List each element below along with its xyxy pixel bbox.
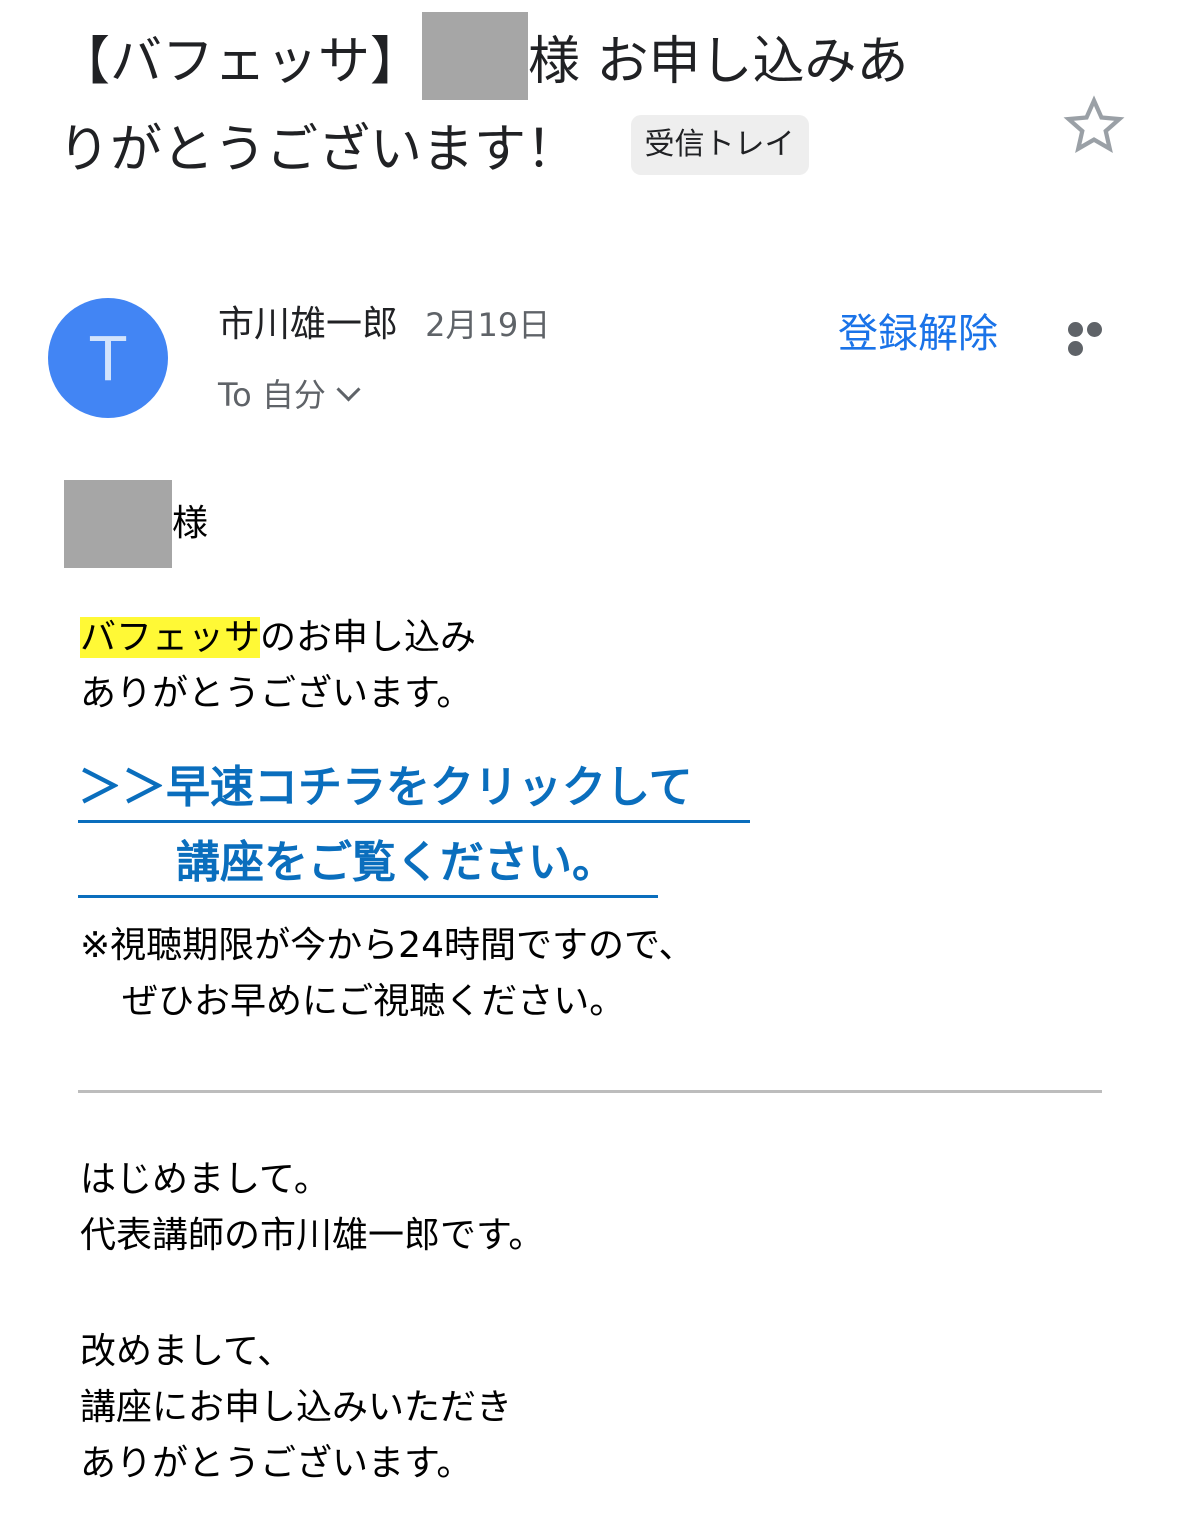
chevron-down-icon <box>336 377 361 402</box>
para2-line3: ありがとうございます。 <box>80 1443 473 1484</box>
greeting-suffix: 様 <box>172 503 209 544</box>
divider <box>78 1090 1102 1093</box>
highlighted-brand: バフェッサ <box>80 617 261 658</box>
intro-text: のお申し込み <box>260 617 477 658</box>
course-link-line2[interactable]: 講座をご覧ください。 <box>78 831 658 898</box>
viewing-deadline-note: ※視聴期限が今から24時間ですので、 ぜひお早めにご視聴ください。 <box>80 918 695 1030</box>
intro-self-paragraph: はじめまして。 代表講師の市川雄一郎です。 <box>80 1152 544 1264</box>
intro-paragraph: バフェッサのお申し込み ありがとうございます。 <box>80 610 476 722</box>
subject-suffix: 様 お申し込みあ <box>528 32 909 92</box>
sender-avatar[interactable]: T <box>48 298 168 418</box>
email-subject: 【バフェッサ】 様 お申し込みあ りがとうございます！ 受信トレイ <box>58 12 1038 194</box>
sender-row: 市川雄一郎 2月19日 <box>218 300 550 350</box>
para2-line2: 講座にお申し込みいただき <box>80 1387 513 1428</box>
subject-prefix: 【バフェッサ】 <box>58 32 423 92</box>
thanks-paragraph: 改めまして、 講座にお申し込みいただき ありがとうございます。 <box>80 1324 512 1492</box>
more-options-icon[interactable] <box>1068 322 1124 356</box>
greeting: 様 <box>64 480 208 568</box>
sender-name[interactable]: 市川雄一郎 <box>218 304 398 345</box>
note-line1: ※視聴期限が今から24時間ですので、 <box>80 925 695 966</box>
sent-date: 2月19日 <box>425 306 551 344</box>
para1-line1: はじめまして。 <box>80 1159 330 1200</box>
subject-line2: りがとうございます！ <box>58 120 579 180</box>
star-icon[interactable] <box>1062 94 1126 158</box>
course-link-line1[interactable]: ＞＞早速コチラをクリックして <box>78 756 750 823</box>
unsubscribe-link[interactable]: 登録解除 <box>838 308 998 360</box>
note-line2: ぜひお早めにご視聴ください。 <box>122 981 626 1022</box>
para2-line1: 改めまして、 <box>80 1331 294 1372</box>
redacted-name <box>422 12 529 100</box>
recipient-details-toggle[interactable]: To 自分 <box>218 370 361 420</box>
redacted-recipient-name <box>64 480 172 568</box>
inbox-label-chip[interactable]: 受信トレイ <box>630 115 809 175</box>
intro-text-line2: ありがとうございます。 <box>80 673 473 714</box>
recipient-label: To 自分 <box>218 376 326 414</box>
para1-line2: 代表講師の市川雄一郎です。 <box>80 1215 545 1256</box>
course-link[interactable]: ＞＞早速コチラをクリックして 講座をご覧ください。 <box>78 756 750 898</box>
